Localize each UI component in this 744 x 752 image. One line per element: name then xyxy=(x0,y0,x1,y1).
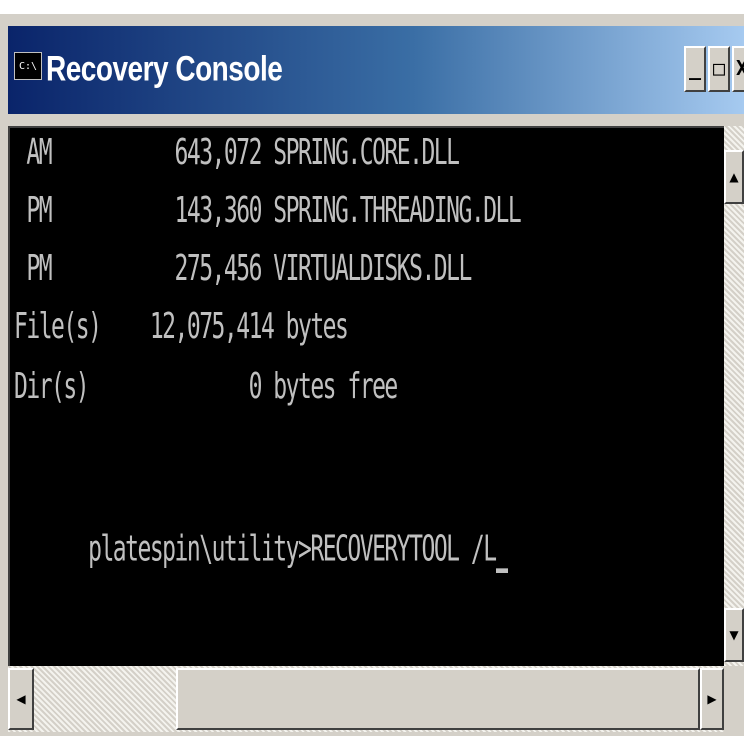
window-title: Recovery Console xyxy=(46,49,283,88)
scroll-right-icon[interactable]: ▶ xyxy=(700,668,724,730)
scroll-left-icon[interactable]: ◀ xyxy=(8,668,34,730)
command-prompt-text: platespin\utility>RECOVERYTOOL /L xyxy=(88,529,497,570)
vertical-scrollbar[interactable]: ▲ ▼ xyxy=(724,126,744,666)
maximize-button[interactable]: □ xyxy=(708,46,730,92)
console-line[interactable]: platespin\utility>RECOVERYTOOL /L xyxy=(14,480,508,620)
console-line: PM 275,456 VIRTUALDISKS.DLL xyxy=(14,249,472,290)
horizontal-scrollbar[interactable]: ◀ ▶ xyxy=(8,666,724,732)
scroll-down-icon[interactable]: ▼ xyxy=(724,608,744,662)
horizontal-scroll-thumb[interactable] xyxy=(176,668,700,730)
console-line: Dir(s) 0 bytes free xyxy=(14,367,398,408)
console-line: AM 643,072 SPRING.CORE.DLL xyxy=(14,133,460,174)
console-output[interactable]: AM 643,072 SPRING.CORE.DLL PM 143,360 SP… xyxy=(8,126,724,666)
console-line: File(s) 12,075,414 bytes xyxy=(14,307,349,348)
console-app-icon[interactable]: C:\ xyxy=(14,52,42,80)
scrollbar-corner xyxy=(724,666,744,732)
console-window: C:\ Recovery Console _ □ X AM 643,072 SP… xyxy=(0,14,744,736)
scroll-up-icon[interactable]: ▲ xyxy=(724,150,744,204)
console-line: PM 143,360 SPRING.THREADING.DLL xyxy=(14,191,521,232)
close-button[interactable]: X xyxy=(732,46,744,92)
text-cursor xyxy=(495,568,508,573)
title-bar[interactable]: C:\ Recovery Console _ □ X xyxy=(8,26,744,114)
minimize-button[interactable]: _ xyxy=(684,46,706,92)
